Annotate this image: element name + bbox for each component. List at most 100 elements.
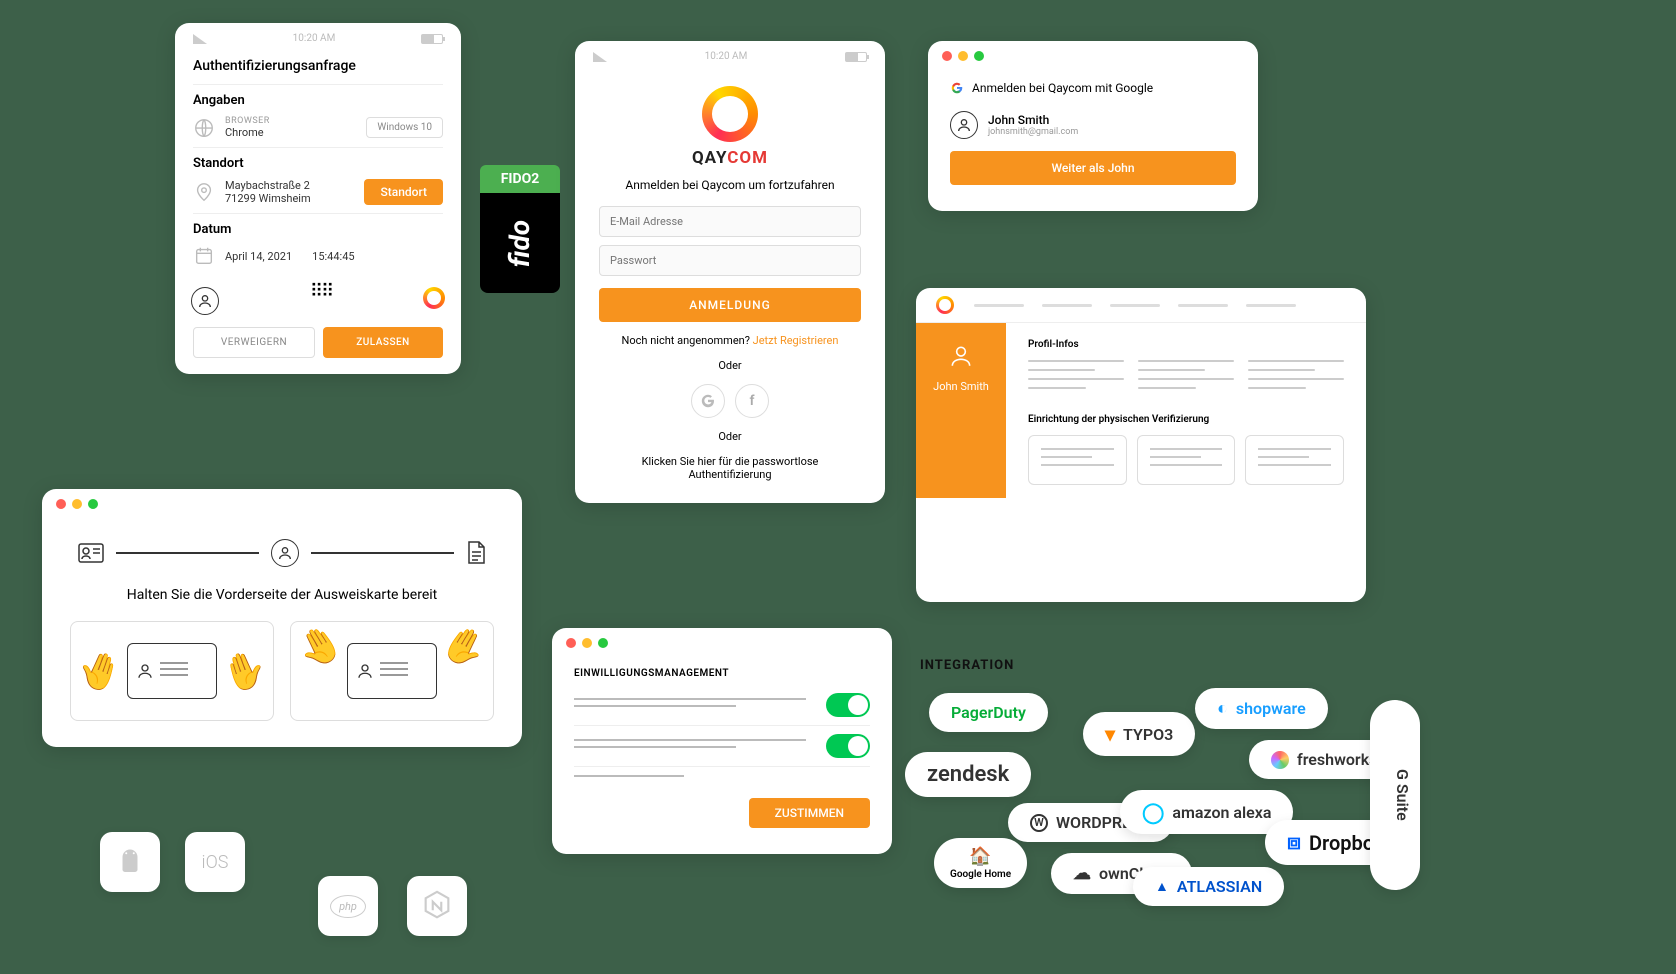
account-name: John Smith <box>988 113 1078 127</box>
php-platform-icon: php <box>318 876 378 936</box>
brand-typo3: ▾TYPO3 <box>1083 712 1195 756</box>
brand-zendesk: zendesk <box>905 752 1031 797</box>
location-label: Standort <box>193 156 443 171</box>
integration-heading: INTEGRATION <box>920 658 1014 673</box>
consent-item-text <box>574 775 850 782</box>
id-card-icon <box>127 643 217 699</box>
hand-left-icon: ✋ <box>290 618 350 677</box>
physical-verification-label: Einrichtung der physischen Verifizierung <box>1028 414 1344 425</box>
consent-toggle-1[interactable] <box>826 693 870 717</box>
profile-sidebar[interactable]: John Smith <box>916 323 1006 501</box>
browser-label: BROWSER <box>225 116 270 126</box>
skeleton-col <box>1028 360 1124 396</box>
browser-value: Chrome <box>225 126 270 139</box>
status-time: 10:20 AM <box>293 33 336 44</box>
brand-shopware: ◐shopware <box>1195 688 1328 729</box>
pin-icon <box>193 181 215 203</box>
signup-link[interactable]: Jetzt Registrieren <box>753 334 839 347</box>
address1: Maybachstraße 2 <box>225 179 311 192</box>
user-icon <box>948 343 974 369</box>
os-tag: Windows 10 <box>366 117 443 138</box>
google-login-button[interactable] <box>691 384 725 418</box>
skeleton-panel <box>1137 435 1236 485</box>
login-subtitle: Anmelden bei Qaycom um fortzufahren <box>599 178 861 192</box>
top-nav <box>974 304 1346 307</box>
passwordless-link[interactable]: Klicken Sie hier für die passwortlose Au… <box>599 455 861 481</box>
user-step-icon <box>271 539 299 567</box>
time-value: 15:44:45 <box>312 250 354 263</box>
profile-dashboard-card: John Smith Profil-Infos Einrichtung der … <box>916 288 1366 602</box>
skeleton-panel <box>1028 435 1127 485</box>
skeleton-panel <box>1245 435 1344 485</box>
android-platform-icon <box>100 832 160 892</box>
hand-right-icon: ✋ <box>216 644 272 699</box>
account-email: johnsmith@gmail.com <box>988 127 1078 137</box>
calendar-icon <box>193 245 215 267</box>
status-time: 10:20 AM <box>705 51 748 62</box>
brand-atlassian: ▲ATLASSIAN <box>1133 867 1284 906</box>
id-scan-card: Halten Sie die Vorderseite der Ausweiska… <box>42 489 522 747</box>
keypad-tab-icon[interactable]: ⠿⠿ <box>310 287 332 315</box>
nodejs-platform-icon <box>407 876 467 936</box>
consent-card: EINWILLIGUNGSMANAGEMENT ZUSTIMMEN <box>552 628 892 854</box>
google-title: Anmelden bei Qaycom mit Google <box>972 81 1153 95</box>
date-label: Datum <box>193 222 443 237</box>
id-card-icon <box>347 643 437 699</box>
qaycom-tab-icon[interactable] <box>423 287 445 309</box>
phone-status-bar: 10:20 AM <box>175 23 461 54</box>
google-g-icon <box>950 81 964 95</box>
avatar-icon <box>950 111 978 139</box>
profile-infos-label: Profil-Infos <box>1028 339 1344 350</box>
window-controls <box>552 628 892 658</box>
hand-left-icon: ✋ <box>71 644 127 699</box>
consent-item-text <box>574 739 806 753</box>
consent-item-text <box>574 698 806 712</box>
login-button[interactable]: ANMELDUNG <box>599 288 861 322</box>
signal-icon <box>593 52 607 62</box>
skeleton-col <box>1138 360 1234 396</box>
consent-title: EINWILLIGUNGSMANAGEMENT <box>574 668 870 679</box>
battery-icon <box>421 34 443 44</box>
details-label: Angaben <box>193 93 443 108</box>
id-card-step-icon <box>78 543 104 563</box>
globe-icon <box>193 117 215 139</box>
auth-request-card: 10:20 AM Authentifizierungsanfrage Angab… <box>175 23 461 374</box>
agree-button[interactable]: ZUSTIMMEN <box>749 798 870 828</box>
consent-toggle-2[interactable] <box>826 734 870 758</box>
ios-platform-icon: iOS <box>185 832 245 892</box>
password-field[interactable] <box>599 245 861 276</box>
signup-line: Noch nicht angenommen? Jetzt Registriere… <box>599 334 861 347</box>
deny-button[interactable]: VERWEIGERN <box>193 327 315 358</box>
document-step-icon <box>466 541 486 565</box>
email-field[interactable] <box>599 206 861 237</box>
fido-badges: FIDO2 fido <box>480 165 560 293</box>
battery-icon <box>845 52 867 62</box>
brand-pagerduty: PagerDuty <box>929 693 1048 732</box>
login-card: 10:20 AM QAYCOM Anmelden bei Qaycom um f… <box>575 41 885 503</box>
location-button[interactable]: Standort <box>364 179 443 205</box>
brand-icon <box>936 296 954 314</box>
profile-name: John Smith <box>916 380 1006 393</box>
auth-title: Authentifizierungsanfrage <box>193 58 443 74</box>
address2: 71299 Wimsheim <box>225 192 311 205</box>
brand-gsuite: G Suite <box>1370 700 1420 890</box>
signal-icon <box>193 34 207 44</box>
or-label-2: Oder <box>599 430 861 443</box>
brand-amazon-alexa: ◯amazon alexa <box>1120 790 1293 834</box>
window-controls <box>42 489 522 519</box>
hand-right-icon: ✋ <box>435 618 495 677</box>
qaycom-logo-icon <box>702 86 758 142</box>
brand-google-home: 🏠Google Home <box>934 838 1027 888</box>
facebook-login-button[interactable]: f <box>735 384 769 418</box>
window-controls <box>928 41 1258 71</box>
google-signin-card: Anmelden bei Qaycom mit Google John Smit… <box>928 41 1258 211</box>
allow-button[interactable]: ZULASSEN <box>323 327 443 358</box>
skeleton-col <box>1248 360 1344 396</box>
scan-option-2[interactable]: ✋ ✋ <box>290 621 494 721</box>
fido2-badge: FIDO2 <box>480 165 560 193</box>
scan-option-1[interactable]: ✋ ✋ <box>70 621 274 721</box>
phone-status-bar: 10:20 AM <box>575 41 885 72</box>
continue-as-button[interactable]: Weiter als John <box>950 151 1236 185</box>
user-tab-icon[interactable] <box>191 287 219 315</box>
idscan-headline: Halten Sie die Vorderseite der Ausweiska… <box>42 587 522 603</box>
